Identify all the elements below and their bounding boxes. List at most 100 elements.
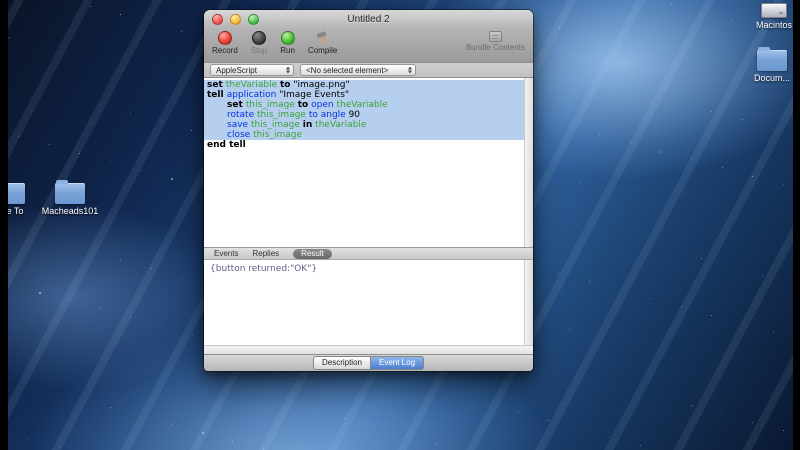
language-popup-value: AppleScript (216, 65, 257, 75)
star (161, 325, 162, 326)
stop-button[interactable]: Stop (251, 31, 267, 55)
star (100, 104, 101, 105)
code-token: "image.png" (290, 80, 350, 90)
star (436, 443, 437, 444)
star (762, 275, 763, 276)
star (39, 292, 41, 294)
result-horizontal-scrollbar[interactable] (204, 345, 533, 354)
desktop-icon-documents[interactable]: Docum... (750, 47, 793, 83)
bundle-contents-button[interactable]: Bundle Contents (466, 31, 525, 52)
result-scrollbar[interactable] (524, 260, 533, 345)
code-token: this_image (245, 100, 295, 110)
star (518, 411, 519, 412)
star (120, 14, 121, 15)
desktop-icon-macheads101[interactable]: Macheads101 (38, 180, 102, 216)
result-tab-bar: Events Replies Result (204, 247, 533, 260)
code-scrollbar[interactable] (524, 78, 533, 247)
hard-drive-icon (761, 3, 787, 18)
window-controls (204, 14, 259, 25)
code-token: rotate (227, 110, 255, 120)
code-line[interactable]: end tell (204, 140, 533, 150)
star (140, 416, 141, 417)
star (701, 12, 702, 13)
event-log-button[interactable]: Event Log (370, 356, 425, 370)
star (375, 426, 376, 427)
code-token: this_image (257, 110, 306, 120)
minimize-button[interactable] (230, 14, 241, 25)
star (599, 134, 600, 135)
star (171, 424, 172, 425)
element-popup-value: <No selected element> (306, 65, 389, 75)
star (120, 260, 121, 261)
run-button[interactable]: Run (280, 31, 295, 55)
compile-button[interactable]: Compile (308, 31, 337, 55)
star (732, 20, 733, 21)
code-token: in (302, 120, 313, 130)
star (752, 176, 753, 177)
star (569, 125, 570, 126)
star (660, 151, 662, 153)
bundle-contents-label: Bundle Contents (465, 43, 525, 52)
desktop-icon-macintosh-hd[interactable]: Macintos (752, 3, 793, 30)
code-token: theVariable (336, 100, 388, 110)
star (558, 273, 559, 274)
bundle-contents-icon (488, 31, 502, 42)
record-icon (217, 31, 232, 45)
star (293, 8, 294, 9)
folder-icon (55, 180, 85, 204)
code-line[interactable]: rotate this_image to angle 90 (204, 110, 533, 120)
code-token: close (227, 130, 251, 140)
code-token: to angle (308, 110, 346, 120)
star (69, 300, 70, 301)
zoom-button[interactable] (248, 14, 259, 25)
star (620, 289, 621, 290)
star (752, 422, 753, 423)
star (79, 153, 80, 154)
star (171, 178, 173, 180)
script-editor-window: Untitled 2 Record Stop Run Compile Bundl… (204, 10, 533, 371)
star (202, 186, 203, 187)
star (59, 447, 60, 448)
star (589, 281, 590, 282)
code-editor[interactable]: set theVariable to "image.png" tell appli… (204, 77, 533, 247)
star (406, 435, 407, 436)
close-button[interactable] (212, 14, 223, 25)
code-token: save (227, 120, 249, 130)
star (548, 174, 549, 175)
code-line[interactable]: save this_image in theVariable (204, 120, 533, 130)
window-titlebar[interactable]: Untitled 2 (204, 10, 533, 29)
code-line[interactable]: set theVariable to "image.png" (204, 80, 533, 90)
star (732, 266, 733, 267)
star (559, 27, 560, 28)
star (691, 405, 693, 407)
desktop-icon-label: ribe To (8, 206, 24, 216)
star (191, 130, 192, 131)
description-button[interactable]: Description (312, 356, 371, 370)
tab-result[interactable]: Result (293, 248, 332, 259)
star (711, 111, 712, 112)
desktop-icon-subscribe-to[interactable]: ribe To (8, 183, 36, 216)
run-icon (280, 31, 295, 45)
element-popup[interactable]: <No selected element> (300, 64, 416, 76)
desktop-icon-label: Docum... (753, 73, 790, 83)
code-token: 90 (345, 110, 361, 120)
code-token: "Image Events" (276, 90, 350, 100)
star (783, 430, 784, 431)
folder-icon (757, 47, 787, 71)
code-line[interactable]: tell application "Image Events" (204, 90, 533, 100)
star (344, 418, 345, 419)
star (589, 35, 590, 36)
star (722, 414, 723, 415)
code-line[interactable]: set this_image to open theVariable (204, 100, 533, 110)
tab-replies[interactable]: Replies (252, 249, 279, 259)
code-line[interactable]: close this_image (204, 130, 533, 140)
toolbar: Record Stop Run Compile Bundle Contents (204, 29, 533, 62)
record-button[interactable]: Record (212, 31, 238, 55)
star (609, 437, 610, 438)
star (671, 3, 672, 4)
tab-events[interactable]: Events (214, 249, 238, 259)
star (742, 119, 743, 120)
language-popup[interactable]: AppleScript (210, 64, 294, 76)
star (49, 144, 50, 145)
code-lines: set theVariable to "image.png" tell appli… (204, 78, 533, 150)
